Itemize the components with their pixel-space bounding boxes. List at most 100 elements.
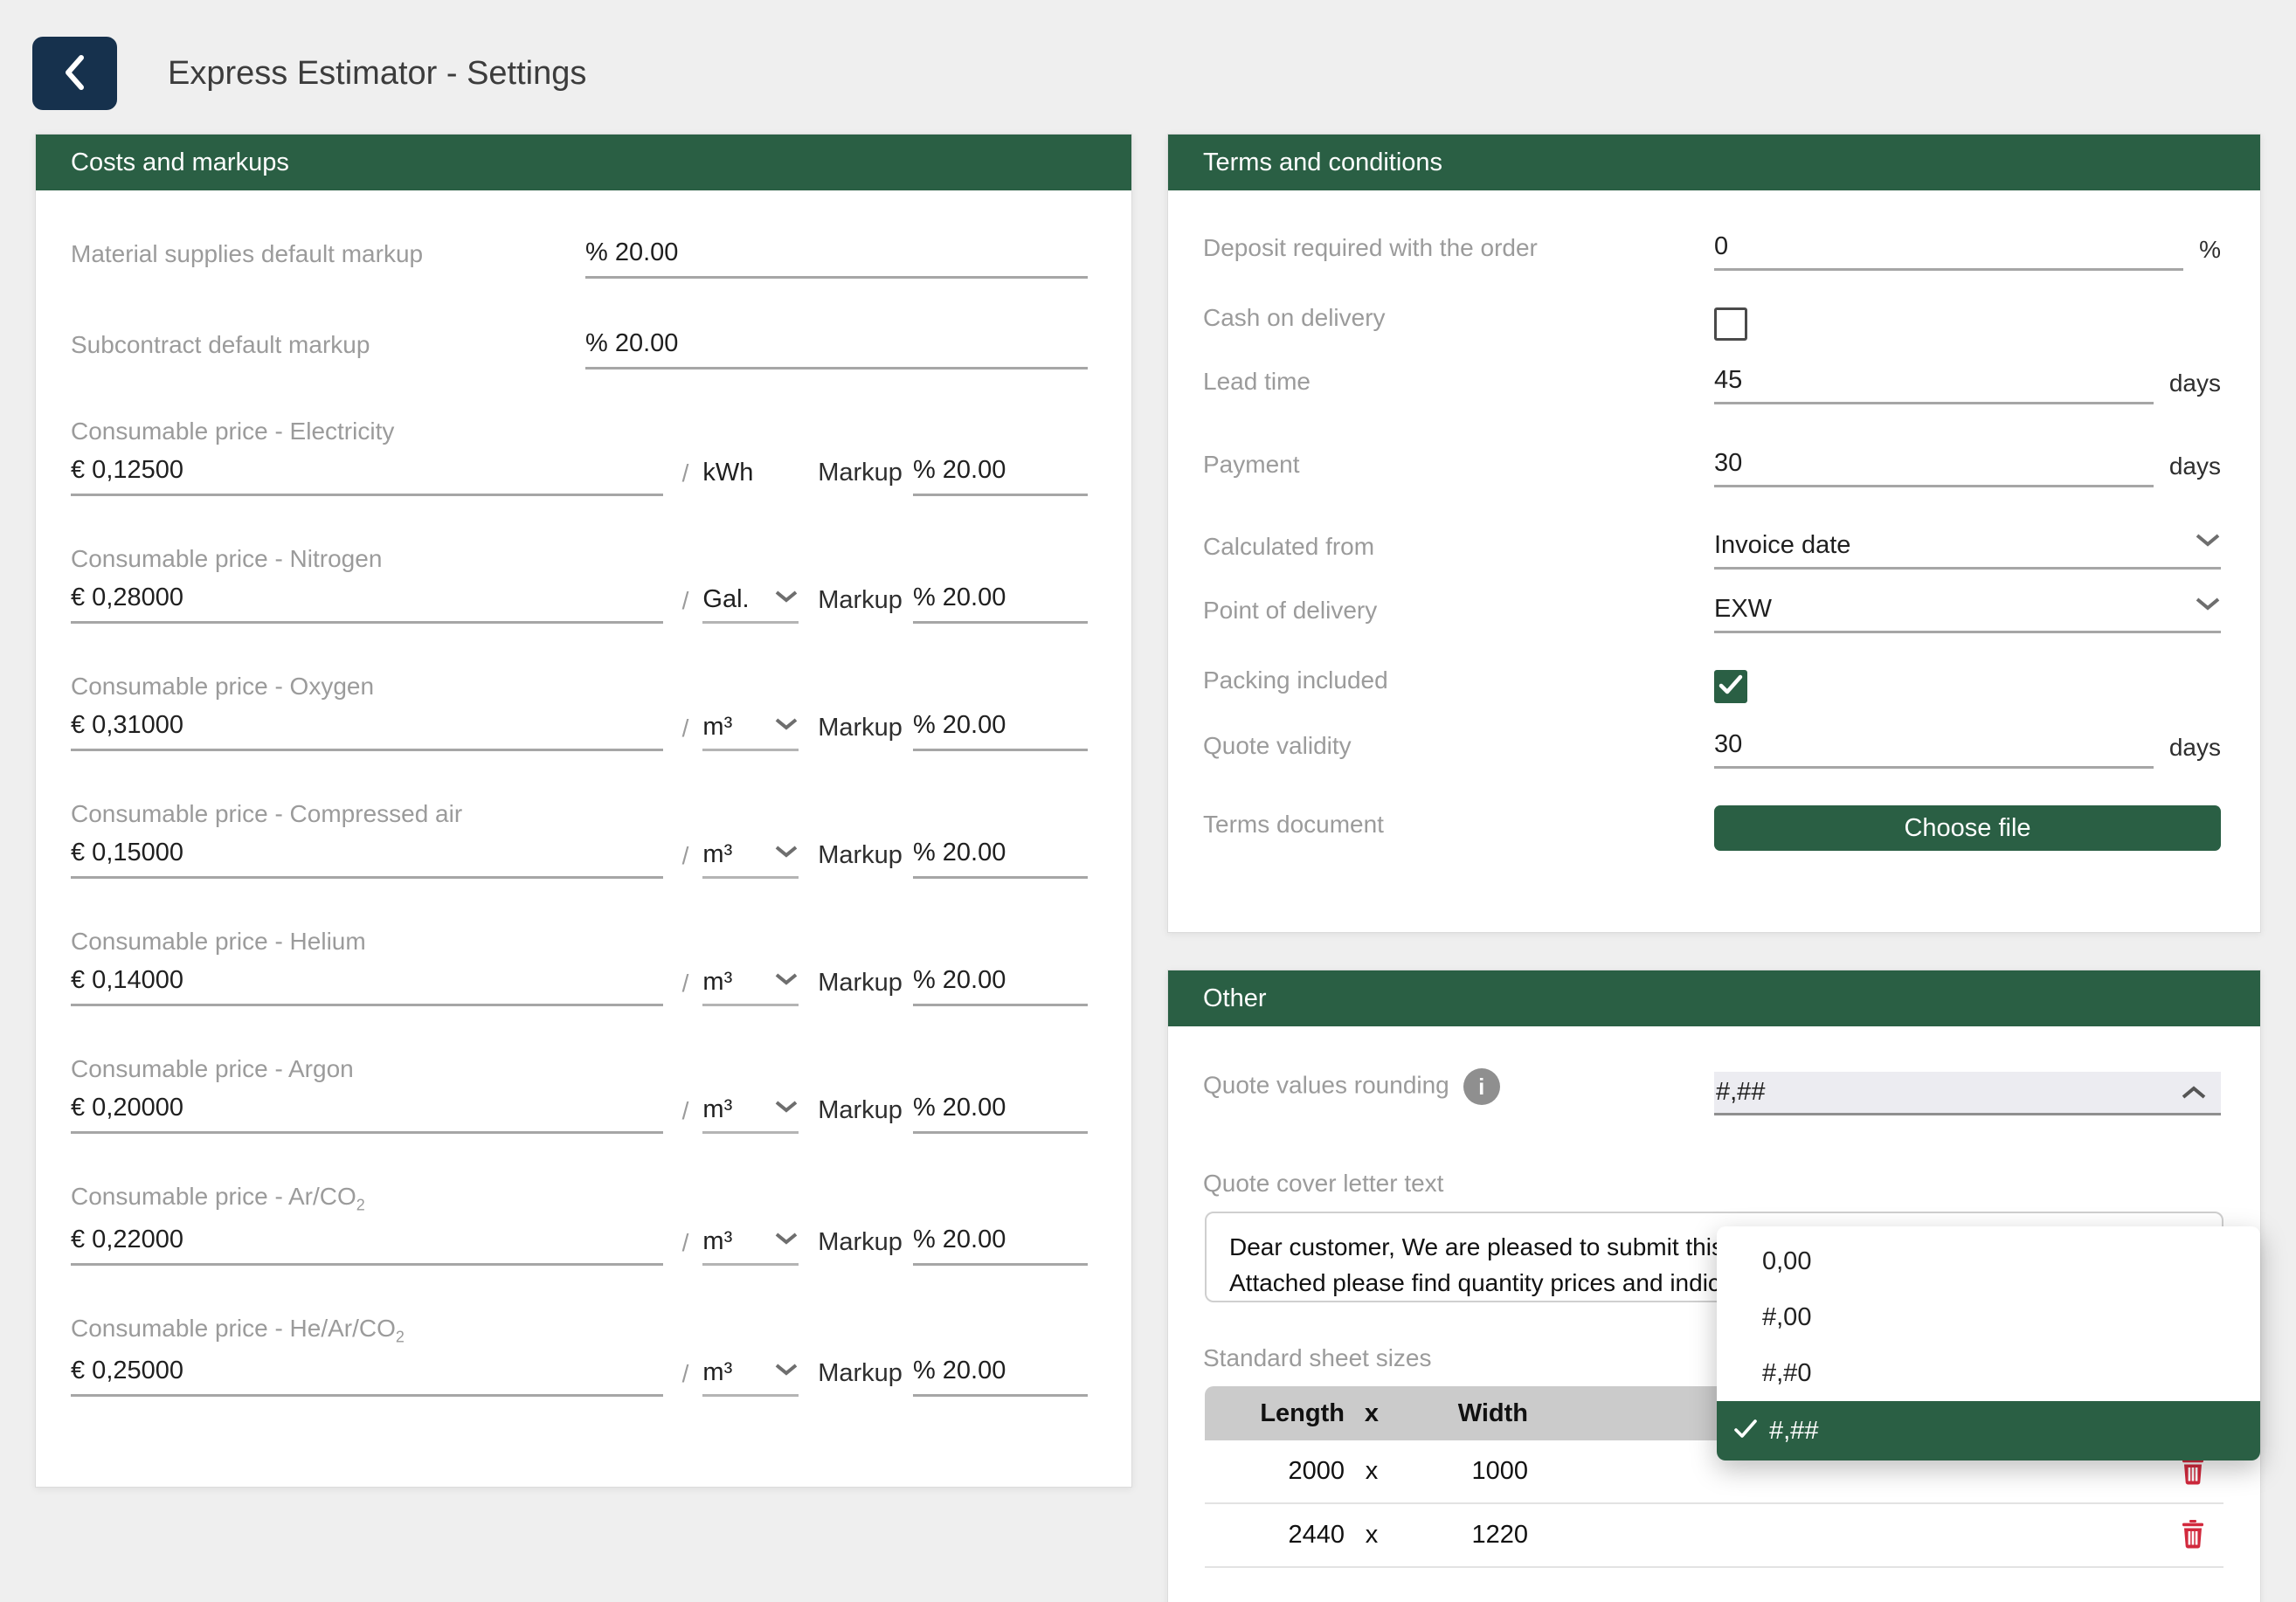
x-separator: x — [1345, 1457, 1399, 1486]
costs-panel-title: Costs and markups — [36, 135, 1131, 190]
subcontract-markup-input[interactable]: % 20.00 — [585, 329, 1088, 369]
markup-input[interactable]: % 20.00 — [913, 839, 1088, 879]
subcontract-markup-row: Subcontract default markup % 20.00 — [71, 329, 1088, 369]
markup-input[interactable]: % 20.00 — [913, 1226, 1088, 1266]
width-value: 1220 — [1399, 1521, 1528, 1550]
chevron-down-icon — [774, 1227, 799, 1256]
per-separator: / — [682, 1097, 689, 1134]
consumable-label: Consumable price - Oxygen — [71, 673, 1088, 701]
point-of-delivery-row: Point of delivery EXW — [1203, 595, 2221, 633]
quote-rounding-label: Quote values roundingi — [1203, 1068, 1714, 1115]
point-of-delivery-select[interactable]: EXW — [1714, 595, 2221, 633]
consumable-label: Consumable price - Ar/CO2 — [71, 1183, 1088, 1215]
unit-select[interactable]: m³ — [702, 968, 799, 1006]
markup-input[interactable]: % 20.00 — [913, 1094, 1088, 1134]
unit-select[interactable]: m³ — [702, 1227, 799, 1266]
price-input[interactable]: € 0,12500 — [71, 456, 663, 496]
lead-time-suffix: days — [2154, 369, 2221, 404]
calculated-from-label: Calculated from — [1203, 533, 1714, 570]
rounding-option[interactable]: 0,00 — [1717, 1233, 2260, 1289]
packing-included-checkbox[interactable] — [1714, 670, 1747, 703]
unit-select[interactable]: m³ — [702, 713, 799, 751]
back-button[interactable] — [32, 37, 117, 110]
rounding-selected-value: #,## — [1769, 1417, 1818, 1446]
choose-file-button[interactable]: Choose file — [1714, 805, 2221, 851]
unit-select[interactable]: m³ — [702, 1095, 799, 1134]
payment-suffix: days — [2154, 452, 2221, 487]
per-separator: / — [682, 842, 689, 879]
unit-value: m³ — [702, 713, 732, 742]
payment-input[interactable]: 30 — [1714, 449, 2154, 487]
price-input[interactable]: € 0,25000 — [71, 1357, 663, 1397]
rounding-dropdown: 0,00 #,00 #,#0 #,## — [1717, 1226, 2260, 1460]
check-icon — [1734, 1417, 1757, 1446]
markup-label: Markup — [818, 1096, 902, 1134]
terms-panel-title: Terms and conditions — [1168, 135, 2260, 190]
cash-on-delivery-checkbox[interactable] — [1714, 307, 1747, 341]
unit-value: m³ — [702, 1227, 732, 1256]
unit-value: m³ — [702, 1095, 732, 1124]
chevron-down-icon — [2195, 531, 2221, 560]
unit-select[interactable]: m³ — [702, 840, 799, 879]
deposit-label: Deposit required with the order — [1203, 234, 1714, 271]
price-input[interactable]: € 0,28000 — [71, 583, 663, 624]
x-separator: x — [1345, 1521, 1399, 1550]
payment-label: Payment — [1203, 451, 1714, 487]
delete-row-button[interactable] — [2182, 1520, 2223, 1551]
deposit-input[interactable]: 0 — [1714, 232, 2183, 271]
markup-label: Markup — [818, 969, 902, 1006]
material-markup-row: Material supplies default markup % 20.00 — [71, 238, 1088, 279]
lead-time-row: Lead time 45 days — [1203, 366, 2221, 404]
width-header: Width — [1399, 1399, 1528, 1428]
price-input[interactable]: € 0,14000 — [71, 966, 663, 1006]
rounding-option[interactable]: #,#0 — [1717, 1345, 2260, 1401]
price-input[interactable]: € 0,31000 — [71, 711, 663, 751]
per-separator: / — [682, 1360, 689, 1397]
other-panel: Other Quote values roundingi #,## Quote … — [1167, 970, 2261, 1602]
point-of-delivery-value: EXW — [1714, 595, 1772, 624]
info-icon[interactable]: i — [1463, 1068, 1500, 1105]
markup-input[interactable]: % 20.00 — [913, 583, 1088, 624]
price-input[interactable]: € 0,15000 — [71, 839, 663, 879]
chevron-down-icon — [774, 1095, 799, 1124]
unit-label: kWh — [702, 459, 799, 496]
consumable-label: Consumable price - Compressed air — [71, 800, 1088, 828]
markup-input[interactable]: % 20.00 — [913, 456, 1088, 496]
price-input[interactable]: € 0,22000 — [71, 1226, 663, 1266]
chevron-down-icon — [774, 968, 799, 997]
consumable-argon: Consumable price - Argon € 0,20000 / m³ … — [71, 1055, 1088, 1134]
price-input[interactable]: € 0,20000 — [71, 1094, 663, 1134]
deposit-row: Deposit required with the order 0 % — [1203, 232, 2221, 271]
subcontract-markup-label: Subcontract default markup — [71, 331, 585, 369]
rounding-option[interactable]: #,00 — [1717, 1289, 2260, 1345]
lead-time-label: Lead time — [1203, 368, 1714, 404]
cash-on-delivery-row: Cash on delivery — [1203, 304, 2221, 341]
markup-input[interactable]: % 20.00 — [913, 711, 1088, 751]
quote-validity-input[interactable]: 30 — [1714, 730, 2154, 769]
unit-value: m³ — [702, 968, 732, 997]
chevron-down-icon — [774, 713, 799, 742]
material-markup-label: Material supplies default markup — [71, 240, 585, 279]
quote-rounding-select[interactable]: #,## — [1714, 1072, 2221, 1115]
unit-select[interactable]: m³ — [702, 1358, 799, 1397]
consumable-label: Consumable price - Nitrogen — [71, 545, 1088, 573]
cash-on-delivery-label: Cash on delivery — [1203, 304, 1714, 341]
rounding-option-selected[interactable]: #,## — [1717, 1401, 2260, 1460]
markup-label: Markup — [818, 586, 902, 624]
lead-time-input[interactable]: 45 — [1714, 366, 2154, 404]
consumable-label: Consumable price - Electricity — [71, 418, 1088, 445]
consumable-label: Consumable price - Argon — [71, 1055, 1088, 1083]
markup-input[interactable]: % 20.00 — [913, 966, 1088, 1006]
terms-and-conditions-panel: Terms and conditions Deposit required wi… — [1167, 134, 2261, 933]
calculated-from-select[interactable]: Invoice date — [1714, 531, 2221, 570]
quote-validity-suffix: days — [2154, 734, 2221, 769]
markup-input[interactable]: % 20.00 — [913, 1357, 1088, 1397]
unit-select[interactable]: Gal. — [702, 585, 799, 624]
consumable-ar-co2: Consumable price - Ar/CO2 € 0,22000 / m³… — [71, 1183, 1088, 1266]
check-icon — [1719, 674, 1743, 700]
quote-validity-row: Quote validity 30 days — [1203, 730, 2221, 769]
quote-rounding-row: Quote values roundingi #,## — [1203, 1068, 2221, 1115]
costs-and-markups-panel: Costs and markups Material supplies defa… — [35, 134, 1132, 1488]
payment-row: Payment 30 days — [1203, 449, 2221, 487]
material-markup-input[interactable]: % 20.00 — [585, 238, 1088, 279]
